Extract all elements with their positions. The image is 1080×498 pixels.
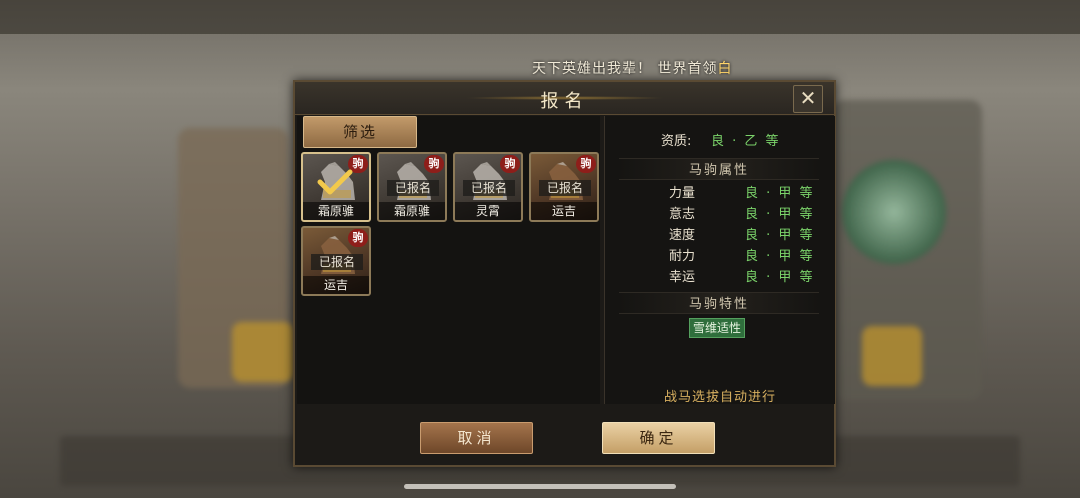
auto-select-note: 战马选拔自动进行 <box>663 390 776 405</box>
foal-badge: 驹 <box>424 155 444 173</box>
traits-header: 马驹特性 <box>619 292 819 314</box>
cancel-button[interactable]: 取消 <box>420 422 533 454</box>
horse-card[interactable]: 驹霜原骓 <box>301 152 371 222</box>
close-button[interactable]: ✕ <box>793 85 823 113</box>
dialog-header: 报名 ✕ <box>295 82 834 115</box>
attribute-label: 幸运 <box>669 270 696 285</box>
attribute-label: 意志 <box>669 207 696 222</box>
attribute-value: 良 · 甲 等 <box>745 249 815 264</box>
attribute-value: 良 · 甲 等 <box>745 270 815 285</box>
background-horse-orb <box>842 160 946 264</box>
attributes-header: 马驹属性 <box>619 158 819 180</box>
attribute-label: 力量 <box>669 186 696 201</box>
background-coin-icon <box>232 322 294 382</box>
announcement-highlight: 白 <box>717 61 733 77</box>
attribute-value: 良 · 甲 等 <box>745 228 815 243</box>
foal-badge: 驹 <box>500 155 520 173</box>
signed-up-label: 已报名 <box>463 180 515 196</box>
horse-list-pane: 筛选 驹霜原骓驹已报名 霜原骓驹已报名 灵霄驹已报名 运吉驹已报名 运吉 <box>297 116 600 404</box>
attribute-row: 速度 良 · 甲 等 <box>605 224 835 244</box>
dialog-title: 报名 <box>540 91 589 112</box>
confirm-button[interactable]: 确定 <box>602 422 715 454</box>
horse-name: 霜原骓 <box>303 202 369 220</box>
trait-tag[interactable]: 雪维适性 <box>689 318 746 338</box>
horse-card[interactable]: 驹已报名运吉 <box>529 152 599 222</box>
horse-name: 运吉 <box>531 202 597 220</box>
scrolling-announcement: 天下英雄出我辈！ 世界首领白 <box>532 58 772 80</box>
foal-badge: 驹 <box>576 155 596 173</box>
horse-card[interactable]: 驹已报名运吉 <box>301 226 371 296</box>
horse-name: 霜原骓 <box>379 202 445 220</box>
attribute-row: 幸运 良 · 甲 等 <box>605 266 835 286</box>
horse-detail-pane: 资质: 良 · 乙 等 马驹属性 力量 良 · 甲 等 意志 良 · 甲 等 速… <box>604 116 835 405</box>
attribute-row: 力量 良 · 甲 等 <box>605 182 835 202</box>
horse-card[interactable]: 驹已报名霜原骓 <box>377 152 447 222</box>
background-top-bar <box>0 0 1080 34</box>
aptitude-value: 良 · 乙 等 <box>711 134 781 149</box>
signed-up-label: 已报名 <box>387 180 439 196</box>
filter-button[interactable]: 筛选 <box>303 116 417 148</box>
horse-name: 运吉 <box>303 276 369 294</box>
checkmark-icon <box>317 169 353 195</box>
home-indicator <box>404 484 676 489</box>
announcement-text: 天下英雄出我辈！ 世界首领 <box>532 61 718 77</box>
aptitude-row: 资质: 良 · 乙 等 <box>605 130 835 150</box>
attribute-row: 耐力 良 · 甲 等 <box>605 245 835 265</box>
attribute-value: 良 · 甲 等 <box>745 186 815 201</box>
signup-dialog: 报名 ✕ 筛选 驹霜原骓驹已报名 霜原骓驹已报名 灵霄驹已报名 运吉驹已报名 运吉 资质… <box>293 80 836 467</box>
signed-up-label: 已报名 <box>539 180 591 196</box>
foal-badge: 驹 <box>348 229 368 247</box>
attribute-value: 良 · 甲 等 <box>745 207 815 222</box>
aptitude-label: 资质: <box>661 134 692 149</box>
attribute-label: 耐力 <box>669 249 696 264</box>
signed-up-label: 已报名 <box>311 254 363 270</box>
attribute-label: 速度 <box>669 228 696 243</box>
horse-name: 灵霄 <box>455 202 521 220</box>
attribute-row: 意志 良 · 甲 等 <box>605 203 835 223</box>
close-icon: ✕ <box>799 86 817 110</box>
horse-card[interactable]: 驹已报名灵霄 <box>453 152 523 222</box>
background-coin-icon <box>862 326 922 386</box>
